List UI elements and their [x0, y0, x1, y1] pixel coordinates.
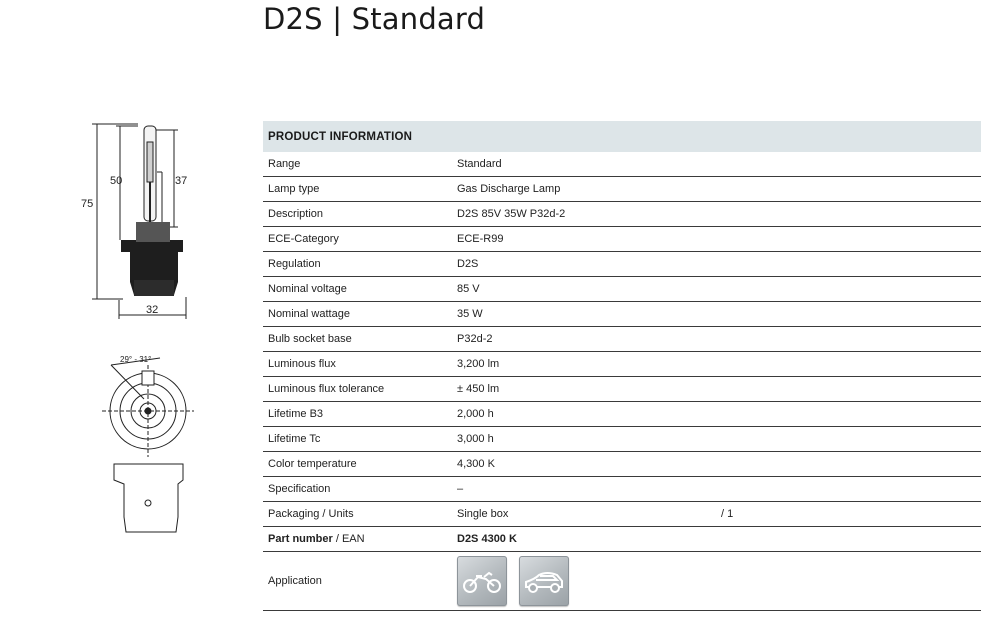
- table-row: Luminous flux 3,200 lm: [263, 352, 981, 377]
- table-row: Specification –: [263, 477, 981, 502]
- dim-50-label: 50: [110, 175, 122, 187]
- table-header: PRODUCT INFORMATION: [263, 121, 981, 152]
- table-row: Luminous flux tolerance ± 450 lm: [263, 377, 981, 402]
- technical-drawings: 75 50 37 32 29° - 31°: [78, 112, 208, 542]
- part-number-row: Part number / EAN D2S 4300 K: [263, 527, 981, 552]
- table-row: Packaging / Units Single box/ 1: [263, 502, 981, 527]
- table-row: Lifetime B3 2,000 h: [263, 402, 981, 427]
- angle-label: 29° - 31°: [120, 355, 151, 364]
- application-label: Application: [268, 575, 322, 587]
- dim-75-label: 75: [81, 198, 93, 210]
- bulb-dimension-drawing: 75 50 37 32 29° - 31°: [81, 123, 194, 533]
- part-number-value: D2S 4300 K: [457, 533, 517, 545]
- table-row: Range Standard: [263, 152, 981, 177]
- car-icon: [519, 556, 569, 606]
- table-row: Nominal wattage 35 W: [263, 302, 981, 327]
- table-row: Regulation D2S: [263, 252, 981, 277]
- table-row: Description D2S 85V 35W P32d-2: [263, 202, 981, 227]
- dim-37-label: 37: [175, 175, 187, 187]
- motorcycle-icon: [457, 556, 507, 606]
- page-title: D2S | Standard: [263, 2, 486, 36]
- part-number-label: Part number: [268, 533, 333, 545]
- dim-32-label: 32: [146, 304, 158, 316]
- table-row: ECE-Category ECE-R99: [263, 227, 981, 252]
- table-row: Lamp type Gas Discharge Lamp: [263, 177, 981, 202]
- table-row: Color temperature 4,300 K: [263, 452, 981, 477]
- table-row: Lifetime Tc 3,000 h: [263, 427, 981, 452]
- application-row: Application: [263, 552, 981, 611]
- ean-label: / EAN: [332, 533, 365, 545]
- table-row: Bulb socket base P32d-2: [263, 327, 981, 352]
- table-row: Nominal voltage 85 V: [263, 277, 981, 302]
- product-information-table: PRODUCT INFORMATION Range Standard Lamp t…: [263, 121, 981, 611]
